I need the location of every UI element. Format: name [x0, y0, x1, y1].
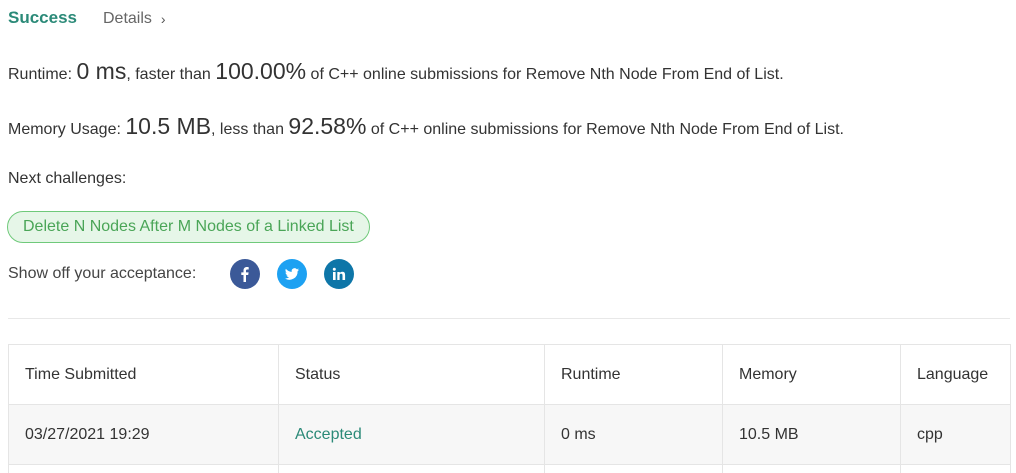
runtime-percentile: 100.00%: [215, 58, 307, 84]
twitter-icon[interactable]: [277, 259, 308, 289]
runtime-label: Runtime:: [8, 66, 73, 83]
memory-summary: Memory Usage: 10.5 MB, less than 92.58% …: [8, 113, 844, 140]
success-status: Success: [8, 8, 77, 27]
details-link[interactable]: Details ›: [103, 10, 166, 28]
next-challenges-label: Next challenges:: [8, 170, 127, 187]
runtime-value: 0 ms: [76, 58, 127, 84]
memory-label: Memory Usage:: [8, 121, 121, 138]
cell-empty: [900, 464, 1011, 473]
table-header-row: Time Submitted Status Runtime Memory Lan…: [8, 344, 1011, 405]
cell-runtime: 0 ms: [544, 404, 723, 465]
cell-status: Accepted: [278, 404, 545, 465]
col-time-submitted: Time Submitted: [8, 344, 279, 405]
runtime-summary: Runtime: 0 ms, faster than 100.00% of C+…: [8, 58, 784, 85]
cell-empty: [278, 464, 545, 473]
result-header: Success Details ›: [8, 8, 166, 28]
col-runtime: Runtime: [544, 344, 723, 405]
chevron-right-icon: ›: [160, 11, 166, 27]
runtime-tail: of C++ online submissions for Remove Nth…: [310, 66, 784, 83]
memory-less-than: , less than: [211, 121, 284, 138]
memory-tail: of C++ online submissions for Remove Nth…: [370, 121, 844, 138]
details-label: Details: [103, 10, 152, 27]
section-divider: [8, 318, 1010, 319]
share-label: Show off your acceptance:: [8, 265, 197, 282]
share-row: Show off your acceptance:: [8, 258, 371, 290]
facebook-icon[interactable]: [230, 259, 261, 289]
col-language: Language: [900, 344, 1011, 405]
runtime-faster-than: , faster than: [126, 66, 211, 83]
memory-value: 10.5 MB: [125, 113, 212, 139]
accepted-link[interactable]: Accepted: [295, 426, 362, 443]
col-memory: Memory: [722, 344, 901, 405]
table-row: 03/27/2021 19:29 Accepted 0 ms 10.5 MB c…: [8, 404, 1011, 465]
cell-empty: [544, 464, 723, 473]
linkedin-icon[interactable]: [324, 259, 355, 289]
col-status: Status: [278, 344, 545, 405]
next-challenge-link[interactable]: Delete N Nodes After M Nodes of a Linked…: [7, 211, 370, 243]
memory-percentile: 92.58%: [288, 113, 367, 139]
table-row-partial: [8, 464, 1011, 473]
submissions-table: Time Submitted Status Runtime Memory Lan…: [8, 344, 1011, 473]
social-buttons: [230, 259, 371, 289]
cell-empty: [8, 464, 279, 473]
cell-memory: 10.5 MB: [722, 404, 901, 465]
cell-time-submitted: 03/27/2021 19:29: [8, 404, 279, 465]
submission-result-page: Success Details › Runtime: 0 ms, faster …: [0, 0, 1016, 473]
cell-empty: [722, 464, 901, 473]
cell-language: cpp: [900, 404, 1011, 465]
